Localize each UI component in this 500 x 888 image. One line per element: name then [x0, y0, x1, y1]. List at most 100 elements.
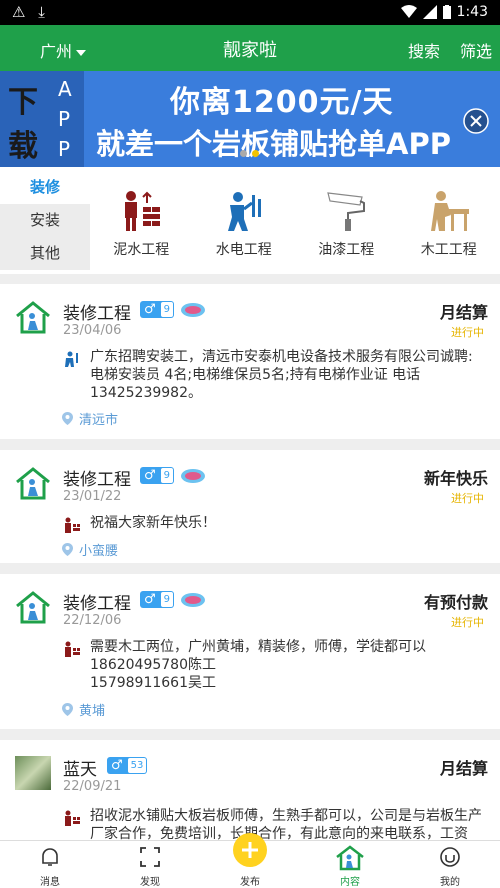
- category-label: 油漆工程: [318, 242, 375, 258]
- warning-icon: ⚠: [12, 3, 26, 21]
- bricklayer-icon: [65, 517, 80, 533]
- post-card[interactable]: 装修工程 ♂ 9 23/01/22 新年快乐 进行中 祝福大家新年快乐！ 小蛮腰: [0, 450, 500, 563]
- payment-type: 新年快乐: [423, 469, 488, 488]
- category-label: 木工工程: [420, 242, 477, 258]
- side-menu-item-decoration[interactable]: 装修: [0, 171, 90, 204]
- description-line: 18620495780陈工: [90, 657, 216, 673]
- banner-download-block: 下 载 A P P: [0, 71, 84, 167]
- tab-content[interactable]: 内容: [300, 841, 400, 888]
- post-location: 清远市: [62, 409, 118, 428]
- category-plumbing[interactable]: 水电工程: [193, 167, 296, 274]
- tab-label: 内容: [340, 877, 360, 888]
- post-card[interactable]: 装修工程 ♂ 9 23/04/06 月结算 进行中 广东招聘安装工，清远市安泰机…: [0, 284, 500, 439]
- male-icon: ♂: [144, 468, 156, 483]
- verified-logo-icon: [181, 303, 205, 317]
- gender-badge: ♂ 9: [140, 301, 175, 318]
- post-date: 22/12/06: [63, 613, 122, 628]
- post-location: 小蛮腰: [62, 540, 118, 559]
- badge-count: 53: [127, 758, 147, 773]
- home-icon: [336, 845, 364, 871]
- banner-pager: [240, 150, 259, 157]
- male-icon: ♂: [111, 758, 123, 773]
- payment-type: 有预付款: [423, 593, 488, 612]
- plumber-icon: [65, 351, 78, 367]
- close-icon[interactable]: [463, 108, 489, 134]
- post-description: 广东招聘安装工，清远市安泰机电设备技术服务有限公司诚聘:电梯安装员 4名;电梯维…: [90, 349, 473, 401]
- post-description: 祝福大家新年快乐！: [90, 515, 216, 531]
- post-card[interactable]: 蓝天 ♂ 53 22/09/21 月结算 招收泥水铺贴大板岩板师傅，生熟手都可以…: [0, 740, 500, 840]
- carpenter-icon: [430, 191, 469, 231]
- tab-profile[interactable]: 我的: [400, 841, 500, 888]
- location-pin-icon: [62, 543, 73, 556]
- description-line: 15798911661吴工: [90, 675, 216, 691]
- battery-icon: [442, 5, 451, 19]
- avatar: [16, 301, 50, 334]
- gender-badge: ♂ 53: [107, 757, 148, 774]
- verified-logo-icon: [181, 469, 205, 483]
- category-carpentry[interactable]: 木工工程: [398, 167, 500, 274]
- post-author: 装修工程: [63, 304, 131, 324]
- side-menu-item-other[interactable]: 其他: [0, 237, 90, 270]
- location-pin-icon: [62, 412, 73, 425]
- status-badge: 进行中: [451, 616, 484, 629]
- badge-count: 9: [160, 592, 174, 607]
- category-masonry[interactable]: 泥水工程: [90, 167, 193, 274]
- tab-label: 发布: [240, 877, 260, 888]
- paint-roller-icon: [327, 192, 366, 231]
- banner-app-letter: P: [58, 107, 71, 131]
- filter-button[interactable]: 筛选: [460, 38, 492, 62]
- bell-icon: [42, 848, 58, 866]
- location-label: 清远市: [79, 413, 119, 428]
- bricklayer-icon: [125, 191, 161, 231]
- category-label: 水电工程: [215, 242, 272, 258]
- bricklayer-icon: [65, 641, 80, 657]
- location-pin-icon: [62, 703, 73, 716]
- category-label: 泥水工程: [113, 242, 170, 258]
- payment-type: 月结算: [439, 759, 488, 778]
- profile-icon: [440, 847, 460, 867]
- banner-app-letter: A: [58, 77, 72, 101]
- post-card[interactable]: 装修工程 ♂ 9 22/12/06 有预付款 进行中 需要木工两位，广州黄埔，精…: [0, 574, 500, 729]
- search-button[interactable]: 搜索: [408, 38, 440, 62]
- post-date: 23/04/06: [63, 323, 122, 338]
- verified-logo-icon: [181, 593, 205, 607]
- side-menu-item-install[interactable]: 安装: [0, 204, 90, 237]
- banner-download-char: 载: [8, 129, 38, 164]
- avatar: [15, 756, 51, 790]
- pager-dot: [240, 150, 247, 157]
- category-painting[interactable]: 油漆工程: [295, 167, 398, 274]
- post-author: 装修工程: [63, 594, 131, 614]
- gender-badge: ♂ 9: [140, 467, 175, 484]
- banner-subline: 就差一个岩板铺贴抢单APP: [96, 127, 451, 161]
- category-panel: 装修 安装 其他 泥水工程 水电工程 油漆工程 木工工程: [0, 167, 500, 274]
- tab-discover[interactable]: 发现: [100, 841, 200, 888]
- tab-label: 消息: [40, 877, 60, 888]
- signal-icon: [422, 5, 437, 19]
- male-icon: ♂: [144, 592, 156, 607]
- bricklayer-icon: [65, 810, 80, 826]
- avatar: [16, 467, 50, 500]
- gender-badge: ♂ 9: [140, 591, 175, 608]
- wifi-icon: [400, 5, 417, 18]
- app-bar: 广州 靓家啦 搜索 筛选: [0, 25, 500, 71]
- banner-headline: 你离1200元/天: [170, 85, 394, 120]
- location-label: 黄埔: [79, 704, 106, 719]
- notification-icons: ⚠ ⤓: [12, 3, 45, 21]
- post-author: 装修工程: [63, 470, 131, 490]
- status-bar: ⚠ ⤓ 1:43: [0, 0, 500, 25]
- scan-icon: [140, 847, 160, 867]
- badge-count: 9: [160, 302, 174, 317]
- tab-messages[interactable]: 消息: [0, 841, 100, 888]
- tab-label: 发现: [140, 877, 160, 888]
- post-feed[interactable]: 装修工程 ♂ 9 23/04/06 月结算 进行中 广东招聘安装工，清远市安泰机…: [0, 284, 500, 840]
- pager-dot-active: [252, 150, 259, 157]
- post-date: 22/09/21: [63, 779, 122, 794]
- plumber-icon: [227, 192, 261, 231]
- location-label: 小蛮腰: [79, 544, 119, 559]
- description-line: 需要木工两位，广州黄埔，精装修，师傅，学徒都可以: [90, 639, 426, 655]
- payment-type: 月结算: [439, 303, 488, 322]
- banner-app-letter: P: [58, 137, 71, 161]
- publish-button[interactable]: [233, 833, 267, 867]
- post-description: 招收泥水铺贴大板岩板师傅，生熟手都可以，公司是与岩板生产厂家合作，免费培训，长期…: [90, 808, 482, 840]
- avatar: [16, 591, 50, 624]
